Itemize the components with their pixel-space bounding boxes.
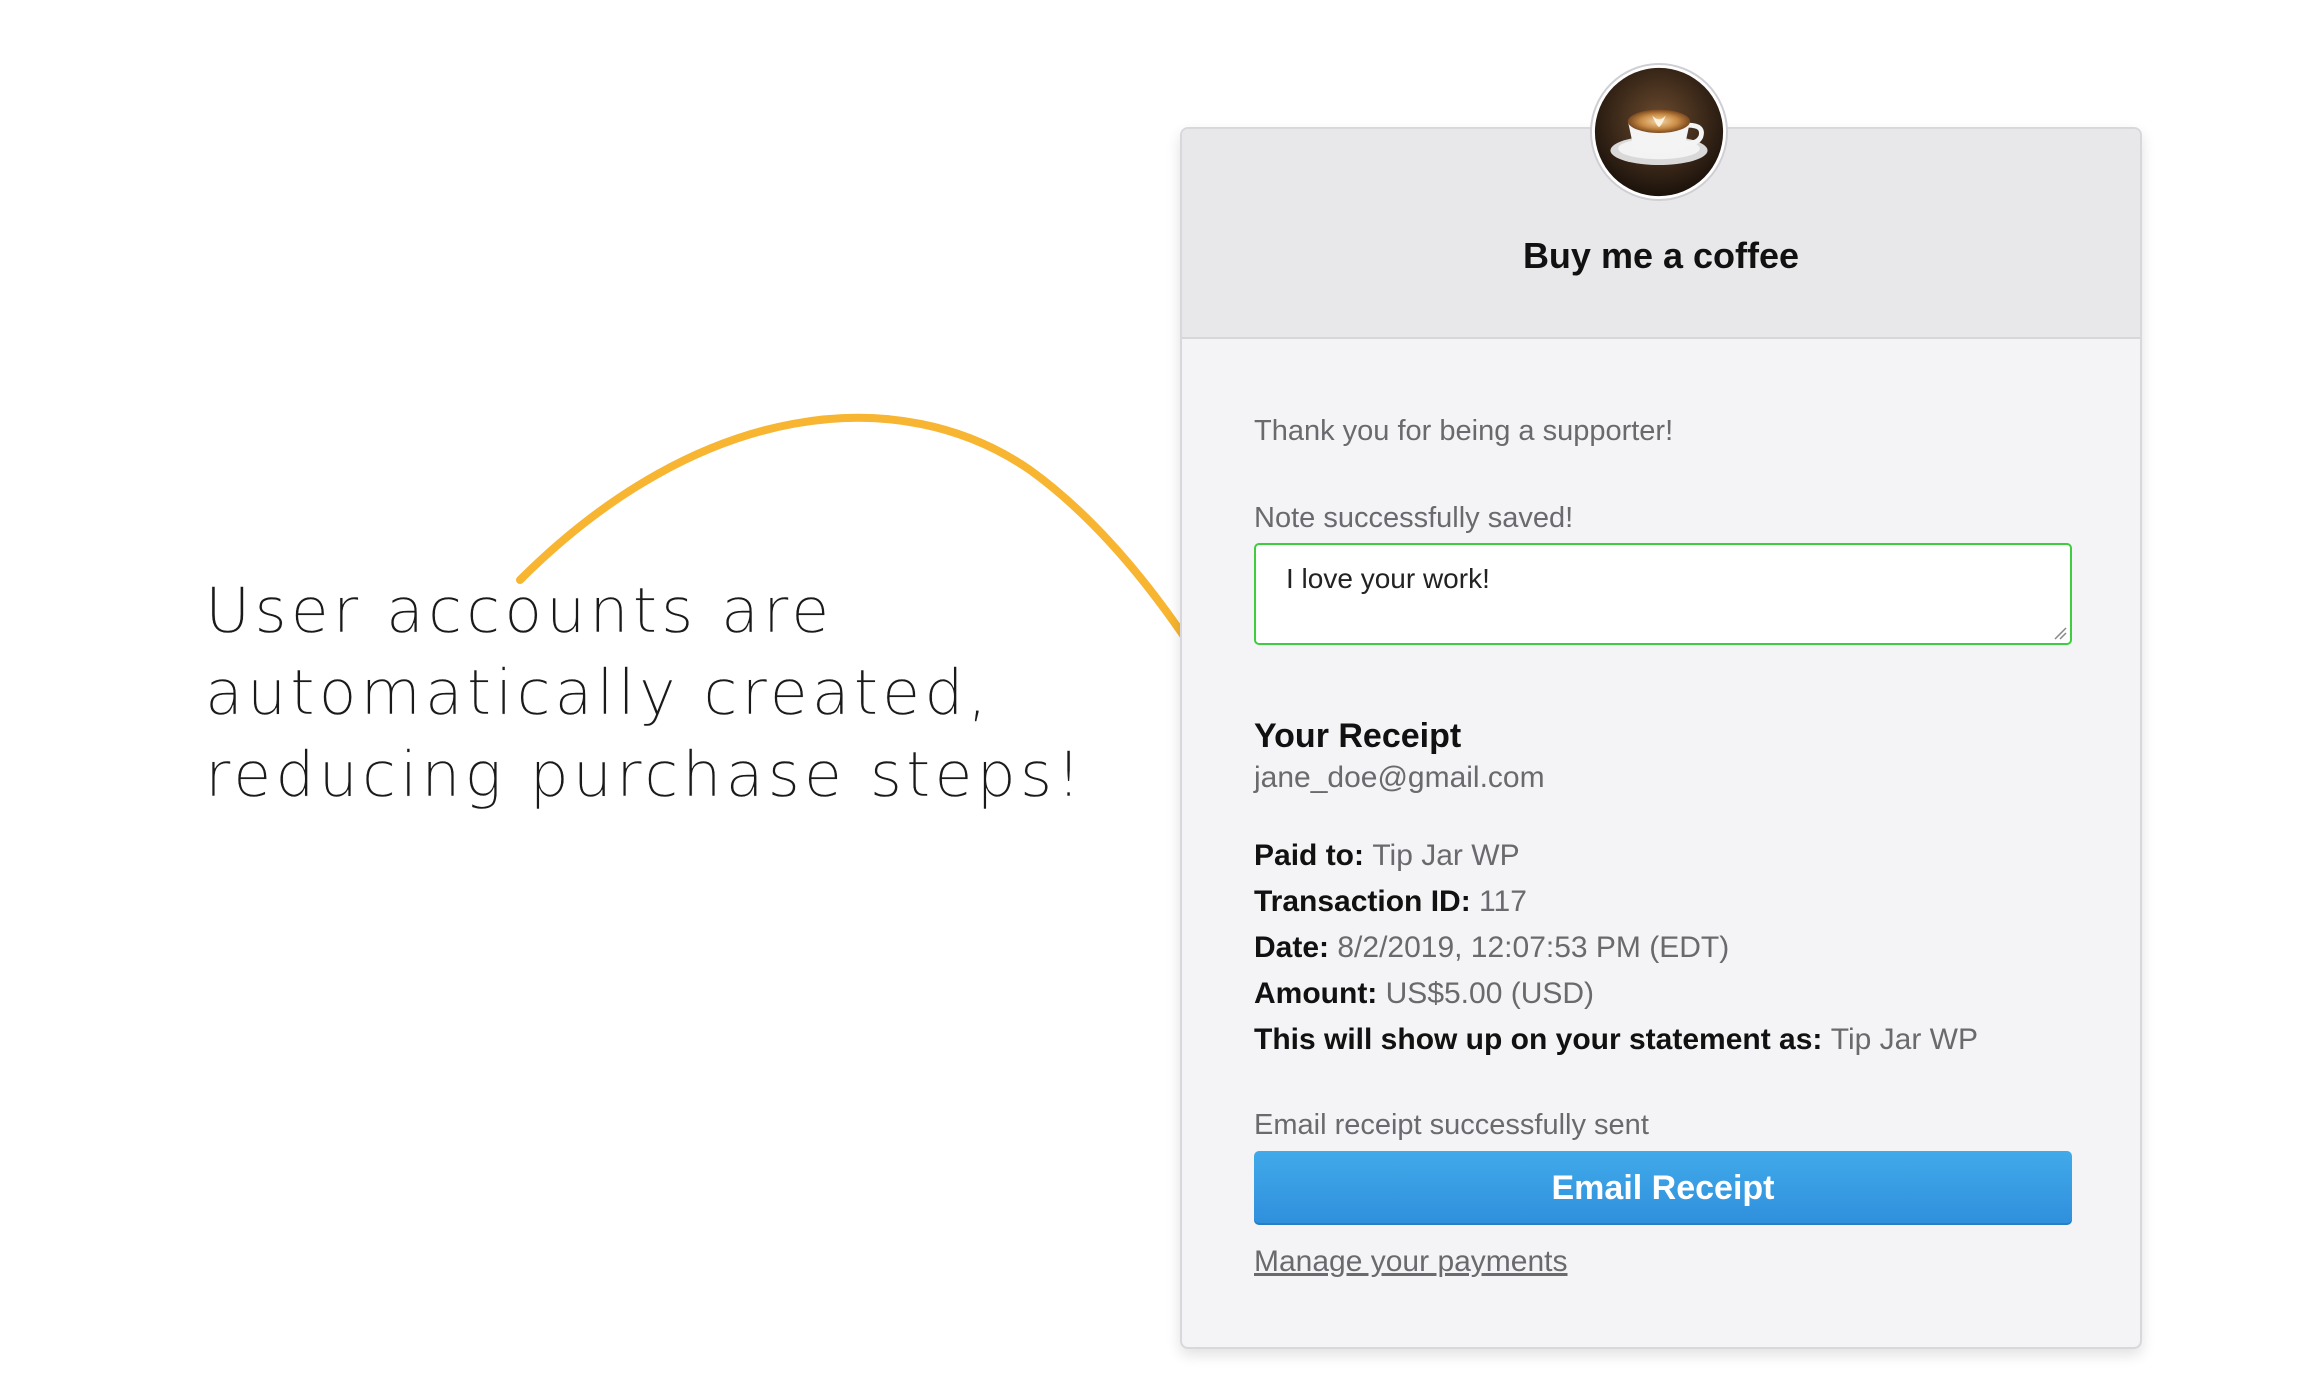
page-title: Buy me a coffee [1522,235,1800,276]
detail-label: Transaction ID: [1254,885,1480,918]
detail-label: This will show up on your statement as: [1254,1023,1831,1056]
detail-value: Tip Jar WP [1372,839,1520,872]
detail-value: 8/2/2019, 12:07:53 PM (EDT) [1337,931,1730,964]
page: User accounts are automatically created,… [0,0,2300,1400]
detail-label: Amount: [1254,977,1386,1010]
detail-label: Date: [1254,931,1338,964]
annotation-line: automatically created, [205,656,992,729]
detail-value: US$5.00 (USD) [1385,977,1595,1010]
annotation-callout: User accounts are automatically created,… [205,570,1105,816]
annotation-line: reducing purchase steps! [205,738,1086,811]
receipt-heading: Your Receipt [1254,717,1462,755]
email-receipt-button[interactable]: Email Receipt [1254,1151,2072,1225]
note-status-message: Note successfully saved! [1254,502,1574,534]
coffee-cup-icon [1594,67,1724,197]
detail-label: Paid to: [1254,839,1373,872]
detail-row-date: Date: 8/2/2019, 12:07:53 PM (EDT) [1254,931,1729,965]
card-header: Buy me a coffee [1182,63,2140,339]
detail-value: Tip Jar WP [1830,1023,1978,1056]
resize-grip-icon[interactable] [2053,626,2067,640]
detail-row-paid-to: Paid to: Tip Jar WP [1254,839,1520,873]
annotation-line: User accounts are [205,574,834,647]
receipt-email: jane_doe@gmail.com [1254,761,1545,794]
avatar [1590,63,1728,201]
detail-value: 117 [1479,885,1527,918]
detail-row-transaction-id: Transaction ID: 117 [1254,885,1527,919]
manage-payments-link[interactable]: Manage your payments [1254,1245,1568,1279]
note-text: I love your work! [1286,563,1490,594]
detail-row-amount: Amount: US$5.00 (USD) [1254,977,1594,1011]
detail-row-statement: This will show up on your statement as: … [1254,1023,1978,1057]
thanks-message: Thank you for being a supporter! [1254,415,1674,447]
receipt-card: Buy me a coffee Thank you for being a su… [1180,63,2142,1349]
email-status-message: Email receipt successfully sent [1254,1109,1649,1141]
note-textarea[interactable]: I love your work! [1254,543,2072,645]
